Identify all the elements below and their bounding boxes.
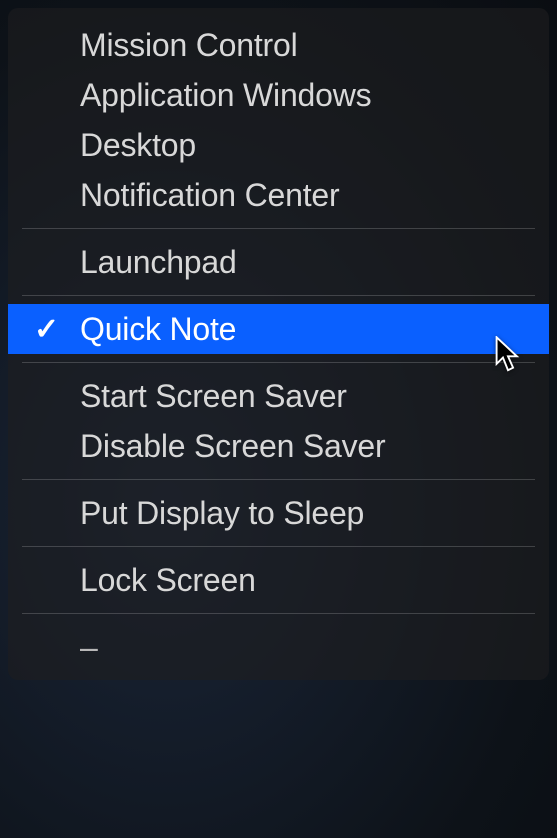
context-menu: Mission Control Application Windows Desk… xyxy=(8,8,549,680)
menu-item-label: Launchpad xyxy=(80,244,237,281)
menu-separator xyxy=(22,295,535,296)
menu-item-label: Mission Control xyxy=(80,27,298,64)
menu-item-label: – xyxy=(80,629,98,666)
menu-separator xyxy=(22,546,535,547)
menu-item-lock-screen[interactable]: Lock Screen xyxy=(8,555,549,605)
menu-separator xyxy=(22,362,535,363)
menu-item-mission-control[interactable]: Mission Control xyxy=(8,20,549,70)
menu-item-label: Start Screen Saver xyxy=(80,378,347,415)
menu-item-none[interactable]: – xyxy=(8,622,549,672)
checkmark-icon: ✓ xyxy=(34,312,59,347)
menu-item-label: Application Windows xyxy=(80,77,371,114)
menu-item-application-windows[interactable]: Application Windows xyxy=(8,70,549,120)
menu-item-label: Desktop xyxy=(80,127,196,164)
menu-item-desktop[interactable]: Desktop xyxy=(8,120,549,170)
menu-item-notification-center[interactable]: Notification Center xyxy=(8,170,549,220)
menu-separator xyxy=(22,479,535,480)
menu-item-label: Notification Center xyxy=(80,177,339,214)
menu-item-quick-note[interactable]: ✓ Quick Note xyxy=(8,304,549,354)
menu-item-label: Disable Screen Saver xyxy=(80,428,386,465)
menu-item-disable-screen-saver[interactable]: Disable Screen Saver xyxy=(8,421,549,471)
menu-separator xyxy=(22,228,535,229)
menu-item-start-screen-saver[interactable]: Start Screen Saver xyxy=(8,371,549,421)
menu-item-label: Quick Note xyxy=(80,311,236,348)
menu-item-label: Put Display to Sleep xyxy=(80,495,364,532)
menu-item-launchpad[interactable]: Launchpad xyxy=(8,237,549,287)
menu-separator xyxy=(22,613,535,614)
menu-item-label: Lock Screen xyxy=(80,562,256,599)
menu-item-put-display-to-sleep[interactable]: Put Display to Sleep xyxy=(8,488,549,538)
